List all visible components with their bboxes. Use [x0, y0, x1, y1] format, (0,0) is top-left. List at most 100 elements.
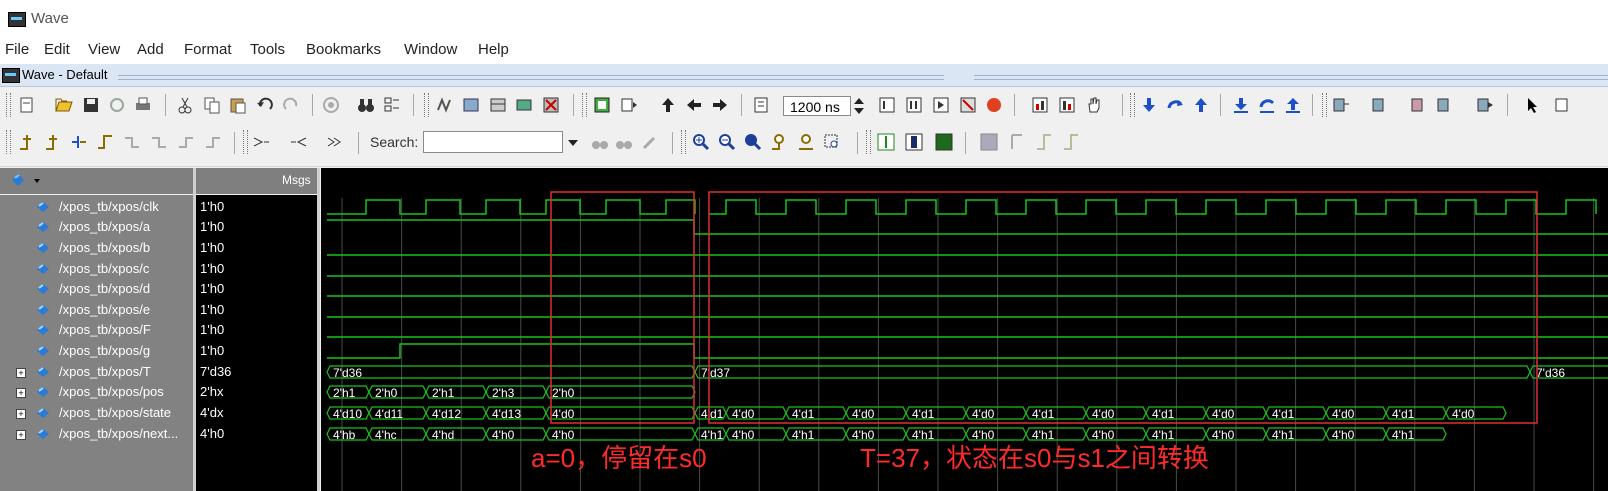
- zoom-in-icon[interactable]: [692, 133, 710, 151]
- next-edge-icon[interactable]: [96, 133, 114, 151]
- wave-fill-icon[interactable]: [935, 133, 953, 151]
- memory-icon[interactable]: [489, 96, 507, 114]
- toolbar-handle[interactable]: [1130, 93, 1135, 117]
- layout-reset-icon[interactable]: [1436, 96, 1454, 114]
- signal-row[interactable]: /xpos_tb/xpos/a: [0, 217, 193, 237]
- wave-cursor-icon[interactable]: [877, 133, 895, 151]
- wave-edge-down-icon[interactable]: [1062, 133, 1080, 151]
- search-dropdown-icon[interactable]: [566, 135, 580, 149]
- layout-edit-icon[interactable]: [1410, 96, 1428, 114]
- find-target-icon[interactable]: [322, 96, 340, 114]
- run-length-icon[interactable]: [752, 96, 770, 114]
- toolbar-handle[interactable]: [6, 130, 11, 154]
- signal-row[interactable]: /xpos_tb/xpos/g: [0, 341, 193, 361]
- paste-icon[interactable]: [229, 96, 247, 114]
- wave-compare-icon[interactable]: [436, 96, 454, 114]
- expand-plus-icon[interactable]: +: [16, 388, 26, 398]
- menu-file[interactable]: File: [5, 41, 29, 58]
- toolbar-handle[interactable]: [243, 130, 248, 154]
- layout-load-icon[interactable]: [1332, 96, 1350, 114]
- prev-edge-icon[interactable]: [70, 133, 88, 151]
- redo-icon[interactable]: [282, 96, 300, 114]
- menu-format[interactable]: Format: [184, 41, 232, 58]
- delete-cursor-icon[interactable]: [542, 96, 560, 114]
- run-all-icon[interactable]: [932, 96, 950, 114]
- step-down-icon[interactable]: [1140, 96, 1158, 114]
- search-binoculars-icon[interactable]: [591, 133, 609, 151]
- menu-bookmarks[interactable]: Bookmarks: [306, 41, 381, 58]
- time-spinner-icon[interactable]: [853, 97, 865, 115]
- step-out-alt-icon[interactable]: [1284, 96, 1302, 114]
- edge-any-icon[interactable]: [150, 133, 168, 151]
- expand-plus-icon[interactable]: +: [16, 409, 26, 419]
- toolbar-handle[interactable]: [424, 93, 429, 117]
- toolbar-handle[interactable]: [6, 93, 11, 117]
- arrow-right-icon[interactable]: [711, 96, 729, 114]
- expand-time-icon[interactable]: [326, 133, 344, 151]
- run-icon[interactable]: [878, 96, 896, 114]
- undo-icon[interactable]: [256, 96, 274, 114]
- wave-edge-up-icon[interactable]: [1035, 133, 1053, 151]
- toolbar-handle[interactable]: [866, 130, 871, 154]
- expand-plus-icon[interactable]: +: [16, 430, 26, 440]
- continue-run-icon[interactable]: [905, 96, 923, 114]
- arrow-up-icon[interactable]: [659, 96, 677, 114]
- pane-splitter-right[interactable]: [317, 168, 320, 491]
- step-down-alt-icon[interactable]: [1232, 96, 1250, 114]
- toolbar-handle[interactable]: [681, 130, 686, 154]
- edge-falling-icon[interactable]: [123, 133, 141, 151]
- copy-icon[interactable]: [203, 96, 221, 114]
- signal-row[interactable]: /xpos_tb/xpos/b: [0, 238, 193, 258]
- layout-save-icon[interactable]: [1371, 96, 1389, 114]
- signal-row[interactable]: /xpos_tb/xpos/clk: [0, 197, 193, 217]
- toolbar-handle[interactable]: [1322, 93, 1327, 117]
- arrow-left-icon[interactable]: [685, 96, 703, 114]
- menu-help[interactable]: Help: [478, 41, 509, 58]
- signal-row[interactable]: + /xpos_tb/xpos/pos: [0, 382, 193, 402]
- zoom-mode-icon[interactable]: [1554, 96, 1568, 114]
- toolbar-handle[interactable]: [582, 93, 587, 117]
- step-over-alt-icon[interactable]: [1258, 96, 1276, 114]
- signal-row[interactable]: /xpos_tb/xpos/d: [0, 279, 193, 299]
- search-options-icon[interactable]: [641, 133, 659, 151]
- menu-window[interactable]: Window: [404, 41, 457, 58]
- dataflow-icon[interactable]: [462, 96, 480, 114]
- menu-add[interactable]: Add: [137, 41, 164, 58]
- step-into-icon[interactable]: [593, 96, 611, 114]
- hand-pan-icon[interactable]: [1085, 96, 1103, 114]
- search-input[interactable]: [423, 131, 563, 153]
- select-pointer-icon[interactable]: [1524, 96, 1542, 114]
- signal-row[interactable]: /xpos_tb/xpos/F: [0, 320, 193, 340]
- open-folder-icon[interactable]: [55, 96, 73, 114]
- find-binoculars-icon[interactable]: [357, 96, 375, 114]
- restart-icon[interactable]: [620, 96, 638, 114]
- break-icon[interactable]: [959, 96, 977, 114]
- search-prev-icon[interactable]: [615, 133, 633, 151]
- delete-cursor-row-icon[interactable]: [44, 133, 62, 151]
- menu-edit[interactable]: Edit: [44, 41, 70, 58]
- new-file-icon[interactable]: [18, 96, 36, 114]
- reload-icon[interactable]: [108, 96, 126, 114]
- signal-row[interactable]: /xpos_tb/xpos/c: [0, 259, 193, 279]
- signal-row[interactable]: + /xpos_tb/xpos/state: [0, 403, 193, 423]
- menu-view[interactable]: View: [88, 41, 120, 58]
- zoom-between-cursors-icon[interactable]: [797, 133, 815, 151]
- memory-profile-icon[interactable]: [1058, 96, 1076, 114]
- wave-bar-icon[interactable]: [905, 133, 923, 151]
- stop-icon[interactable]: [985, 96, 1003, 114]
- menu-tools[interactable]: Tools: [250, 41, 285, 58]
- zoom-full-icon[interactable]: [744, 133, 762, 151]
- edge-first-icon[interactable]: [204, 133, 222, 151]
- step-over-icon[interactable]: [1166, 96, 1184, 114]
- signal-row[interactable]: /xpos_tb/xpos/e: [0, 300, 193, 320]
- print-icon[interactable]: [134, 96, 152, 114]
- cut-icon[interactable]: [176, 96, 194, 114]
- layout-next-icon[interactable]: [1476, 96, 1494, 114]
- zoom-cursor-icon[interactable]: [770, 133, 788, 151]
- step-out-icon[interactable]: [1192, 96, 1210, 114]
- save-icon[interactable]: [82, 96, 100, 114]
- edge-rising-icon[interactable]: [177, 133, 195, 151]
- run-time-input[interactable]: 1200 ns: [783, 96, 851, 116]
- wave-step-icon[interactable]: [1008, 133, 1026, 151]
- signal-row[interactable]: + /xpos_tb/xpos/T: [0, 362, 193, 382]
